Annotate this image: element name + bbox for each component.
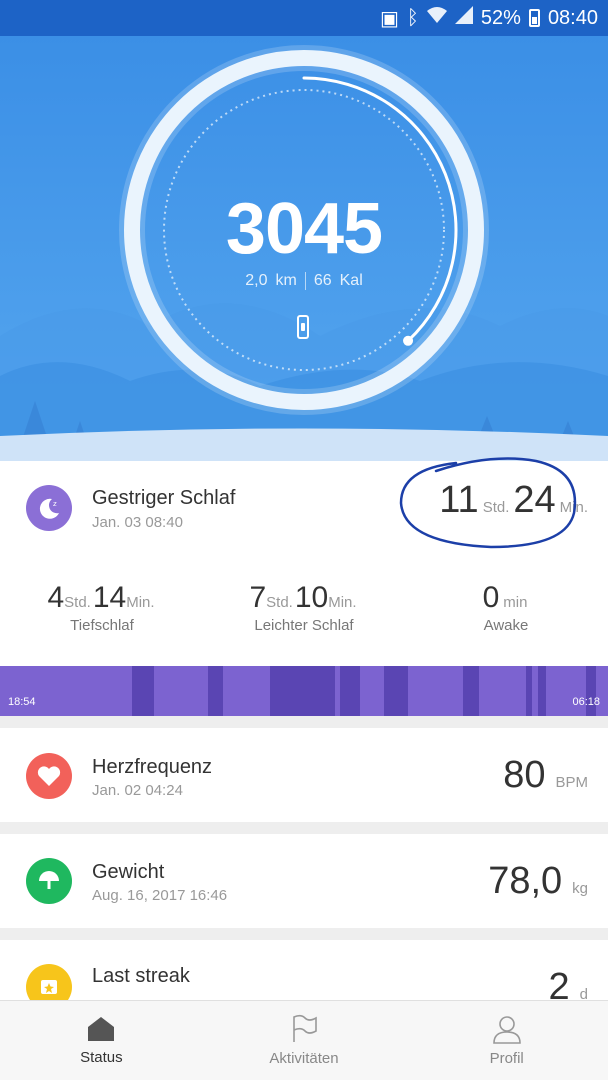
home-icon (88, 1017, 115, 1041)
light-minutes-unit: Min. (328, 594, 357, 611)
heart-rate-value-group: 80 BPM (503, 754, 588, 797)
deep-sleep-segment (538, 666, 546, 716)
heart-rate-value: 80 (503, 754, 546, 796)
clock: 08:40 (547, 6, 598, 29)
heart-rate-card[interactable]: Herzfrequenz Jan. 02 04:24 80 BPM (0, 728, 608, 822)
deep-sleep-segment (384, 666, 408, 716)
distance-value: 2,0 (245, 272, 268, 289)
user-icon (492, 1016, 521, 1044)
flag-icon (293, 1014, 317, 1042)
light-hours-unit: Std. (266, 594, 293, 611)
sleep-date: Jan. 03 08:40 (92, 514, 183, 531)
weight-card[interactable]: Gewicht Aug. 16, 2017 16:46 78,0 kg (0, 834, 608, 928)
heart-rate-title: Herzfrequenz (92, 756, 213, 778)
activity-summary: 2,0 km 66 Kal (0, 272, 608, 290)
heart-rate-unit: BPM (555, 774, 588, 791)
deep-hours: 4 (47, 581, 65, 614)
tab-status[interactable]: Status (0, 1001, 203, 1080)
light-hours: 7 (249, 581, 267, 614)
moon-icon: z (26, 485, 72, 531)
sleep-timeline[interactable]: 18:54 06:18 (0, 666, 608, 716)
calories-value: 66 (313, 272, 332, 289)
streak-unit: d (579, 986, 588, 1000)
deep-minutes: 14 (92, 581, 127, 614)
battery-percent: 52% (480, 6, 521, 29)
weight-unit: kg (572, 880, 588, 897)
deep-minutes-unit: Min. (126, 594, 155, 611)
heart-icon (26, 753, 72, 799)
streak-badge-icon (26, 964, 72, 1000)
deep-sleep-segment (463, 666, 479, 716)
activity-hero[interactable]: 3045 2,0 km 66 Kal (0, 36, 608, 461)
deep-sleep-segment (586, 666, 596, 716)
tab-profile-label: Profil (489, 1050, 524, 1067)
light-sleep-label: Leichter Schlaf (254, 617, 354, 634)
deep-sleep-segment (132, 666, 154, 716)
weight-value-group: 78,0 kg (488, 860, 588, 903)
streak-title: Last streak (92, 965, 190, 987)
tab-activities[interactable]: Aktivitäten (203, 1001, 406, 1080)
awake-minutes: 0 (482, 581, 500, 614)
sleep-start-time: 18:54 (8, 696, 36, 708)
wifi-icon (426, 6, 447, 30)
divider (304, 272, 306, 290)
progress-dot (403, 335, 414, 346)
deep-sleep-segment (270, 666, 335, 716)
sleep-end-time: 06:18 (572, 696, 600, 708)
heart-rate-date: Jan. 02 04:24 (92, 782, 183, 799)
distance-unit: km (275, 272, 297, 289)
streak-card[interactable]: Last streak 2 d (0, 940, 608, 1000)
weight-date: Aug. 16, 2017 16:46 (92, 887, 228, 904)
android-notification-icon: ▣ (380, 7, 399, 30)
streak-value-group: 2 d (549, 966, 588, 1000)
battery-icon (528, 9, 540, 27)
light-minutes: 10 (294, 581, 329, 614)
step-count: 3045 (225, 189, 383, 269)
light-sleep-stat: 7 Std. 10 Min. Leichter Schlaf (204, 581, 404, 634)
tab-profile[interactable]: Profil (405, 1001, 608, 1080)
deep-sleep-segment (208, 666, 223, 716)
weight-value: 78,0 (488, 860, 563, 902)
bluetooth-icon: ᛒ (406, 6, 419, 29)
status-bar: ▣ ᛒ 52% 08:40 (0, 0, 608, 36)
fitness-band-icon (297, 315, 309, 339)
deep-sleep-segment (340, 666, 360, 716)
tab-activities-label: Aktivitäten (269, 1050, 339, 1067)
awake-stat: 0 min Awake (406, 581, 606, 634)
awake-minutes-unit: min (503, 594, 528, 611)
sleep-title: Gestriger Schlaf (92, 487, 236, 509)
deep-sleep-stat: 4 Std. 14 Min. Tiefschlaf (2, 581, 202, 634)
awake-label: Awake (483, 617, 529, 634)
svg-text:z: z (53, 500, 57, 508)
weight-title: Gewicht (92, 861, 165, 883)
signal-icon (454, 6, 473, 30)
tab-status-label: Status (80, 1049, 123, 1066)
bottom-tab-bar: Status Aktivitäten Profil (0, 1000, 608, 1080)
scale-icon (26, 858, 72, 904)
calories-unit: Kal (339, 272, 363, 289)
deep-sleep-segment (526, 666, 532, 716)
deep-hours-unit: Std. (64, 594, 91, 611)
streak-value: 2 (548, 966, 570, 1000)
hand-drawn-circle-annotation (399, 457, 577, 549)
deep-sleep-label: Tiefschlaf (70, 617, 134, 634)
